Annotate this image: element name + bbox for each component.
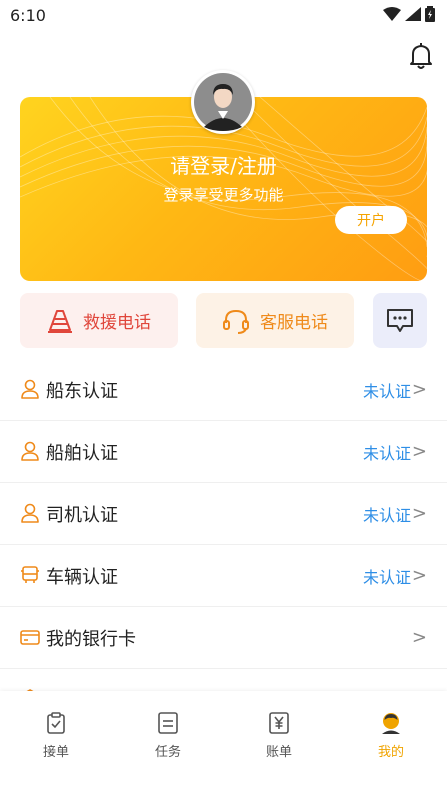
tab-tasks[interactable]: 任务 [138,711,198,760]
menu-item-label: 车辆认证 [46,566,118,588]
cert-status: 未认证 [362,443,411,463]
yen-bill-icon [269,712,289,734]
tab-mine[interactable]: 我的 [361,711,421,760]
tab-label: 账单 [265,745,292,760]
chevron-right-icon: > [411,441,427,462]
menu-list: 船东认证 未认证 > 船舶认证 未认证 > 司机认证 未认证 > 车辆认证 未认… [0,359,447,697]
task-list-icon [158,712,178,734]
bottom-tab-bar: 接单 任务 账单 我的 [0,691,447,795]
tab-bills[interactable]: 账单 [249,711,309,760]
status-time: 6:10 [10,6,46,25]
menu-item-label: 船舶认证 [46,442,118,464]
user-outline-icon [21,441,39,461]
wifi-icon [383,7,401,21]
chevron-right-icon: > [411,503,427,524]
login-register-link[interactable]: 请登录/注册 [0,150,447,179]
menu-item-driver-cert[interactable]: 司机认证 未认证 > [0,483,447,545]
bus-icon [21,566,39,583]
cert-status: 未认证 [362,505,411,525]
rescue-phone-button[interactable]: 救援电话 [20,293,178,348]
default-avatar-icon [194,73,252,131]
chevron-right-icon: > [411,565,427,586]
user-outline-icon [21,379,39,399]
bank-card-icon [20,630,40,645]
customer-service-label: 客服电话 [260,313,328,333]
rescue-phone-label: 救援电话 [83,313,151,333]
menu-item-label: 船东认证 [46,380,118,402]
clipboard-check-icon [47,712,65,734]
chevron-right-icon: > [411,627,427,648]
chevron-right-icon: > [411,379,427,400]
status-icons [383,6,435,22]
menu-item-bank-card[interactable]: 我的银行卡 > [0,607,447,669]
chat-bubble-icon [387,308,413,332]
tab-label: 我的 [377,745,404,760]
login-subtitle: 登录享受更多功能 [163,186,284,204]
cert-status: 未认证 [362,381,411,401]
battery-icon [425,6,435,22]
menu-item-shipowner-cert[interactable]: 船东认证 未认证 > [0,359,447,421]
menu-item-vehicle-cert[interactable]: 车辆认证 未认证 > [0,545,447,607]
message-button[interactable] [373,293,427,348]
menu-item-label: 我的银行卡 [46,628,136,650]
open-account-button[interactable]: 开户 [335,206,407,234]
profile-icon [382,713,400,734]
status-bar: 6:10 [0,0,447,32]
tab-label: 任务 [154,745,181,760]
avatar[interactable] [191,70,255,134]
headset-icon [223,309,249,334]
cert-status: 未认证 [362,567,411,587]
user-outline-icon [21,503,39,523]
traffic-cone-icon [48,309,72,333]
menu-item-vessel-cert[interactable]: 船舶认证 未认证 > [0,421,447,483]
tab-label: 接单 [42,745,69,760]
tab-accept-order[interactable]: 接单 [26,711,86,760]
menu-item-label: 司机认证 [46,504,118,526]
signal-icon [405,7,421,21]
customer-service-button[interactable]: 客服电话 [196,293,354,348]
bell-icon[interactable] [409,42,433,70]
